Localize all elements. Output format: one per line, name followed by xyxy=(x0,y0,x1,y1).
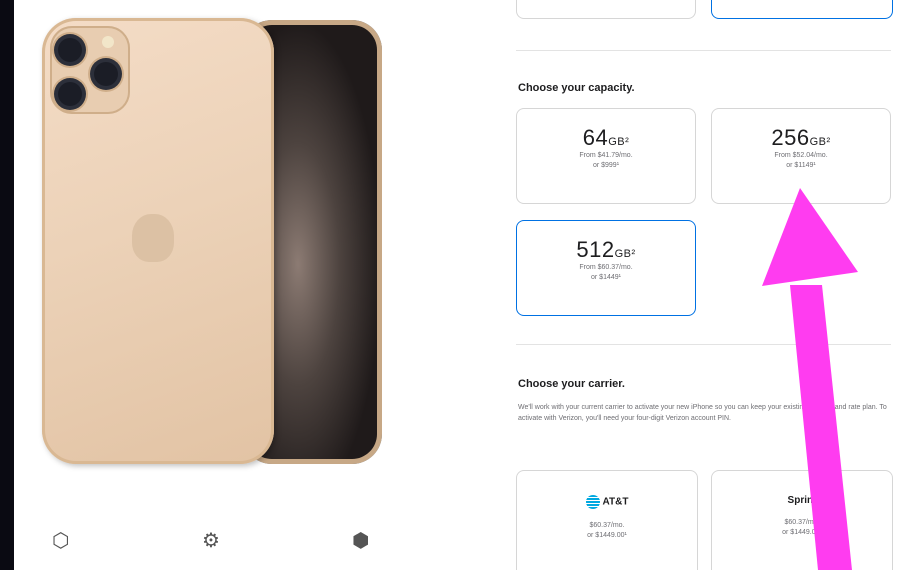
box-icon[interactable]: ⬢ xyxy=(352,528,369,553)
carrier-description: We'll work with your current carrier to … xyxy=(518,404,887,422)
apple-logo-icon xyxy=(132,214,174,262)
previous-option-card[interactable] xyxy=(516,0,696,19)
configuration-panel: Choose your capacity. 64GB² From $41.79/… xyxy=(496,0,908,570)
previous-option-card-selected[interactable] xyxy=(711,0,893,19)
carrier-name: AT&T xyxy=(602,496,629,508)
camera-lens xyxy=(58,82,82,106)
capacity-option-512gb[interactable]: 512GB² From $60.37/mo. or $1449¹ xyxy=(516,220,696,316)
capacity-option-64gb[interactable]: 64GB² From $41.79/mo. or $999¹ xyxy=(516,108,696,204)
carrier-heading: Choose your carrier. xyxy=(518,378,625,390)
carrier-option-sprint[interactable]: Sprint $60.37/mo. or $1449.00¹ xyxy=(711,470,893,570)
product-config-page: ⬡ ⚙ ⬢ Choose your capacity. 64GB² From $… xyxy=(14,0,908,570)
capacity-size: 256 xyxy=(771,125,810,150)
full-price: or $999¹ xyxy=(592,162,620,169)
iphone-product-image xyxy=(42,18,382,468)
full-price: or $1449.00¹ xyxy=(587,532,627,539)
monthly-price: $60.37/mo. xyxy=(589,522,625,529)
capacity-option-256gb[interactable]: 256GB² From $52.04/mo. or $1149¹ xyxy=(711,108,891,204)
ar-cube-icon[interactable]: ⬡ xyxy=(52,528,69,553)
monthly-price: From $52.04/mo. xyxy=(774,152,828,159)
carrier-name: Sprint xyxy=(787,495,817,506)
carrier-option-att[interactable]: AT&T $60.37/mo. or $1449.00¹ xyxy=(516,470,698,570)
att-globe-icon xyxy=(585,495,600,509)
camera-flash xyxy=(102,36,114,48)
capacity-unit: GB² xyxy=(809,136,831,148)
monthly-price: From $41.79/mo. xyxy=(579,152,633,159)
full-price: or $1449¹ xyxy=(591,274,621,281)
capacity-unit: GB² xyxy=(608,136,630,148)
product-view-icons: ⬡ ⚙ ⬢ xyxy=(52,528,392,562)
full-price: or $1149¹ xyxy=(786,162,816,169)
monthly-price: From $60.37/mo. xyxy=(579,264,633,271)
capacity-unit: GB² xyxy=(614,248,636,260)
capacity-heading: Choose your capacity. xyxy=(518,82,635,94)
camera-lens xyxy=(58,38,82,62)
settings-icon[interactable]: ⚙ xyxy=(202,528,220,553)
phone-back-image xyxy=(42,18,274,464)
section-divider xyxy=(516,344,891,345)
capacity-size: 64 xyxy=(582,125,609,150)
camera-module xyxy=(50,26,130,114)
section-divider xyxy=(516,50,891,51)
full-price: or $1449.00¹ xyxy=(782,529,822,536)
capacity-size: 512 xyxy=(576,237,615,262)
camera-lens xyxy=(94,62,118,86)
monthly-price: $60.37/mo. xyxy=(784,519,820,526)
